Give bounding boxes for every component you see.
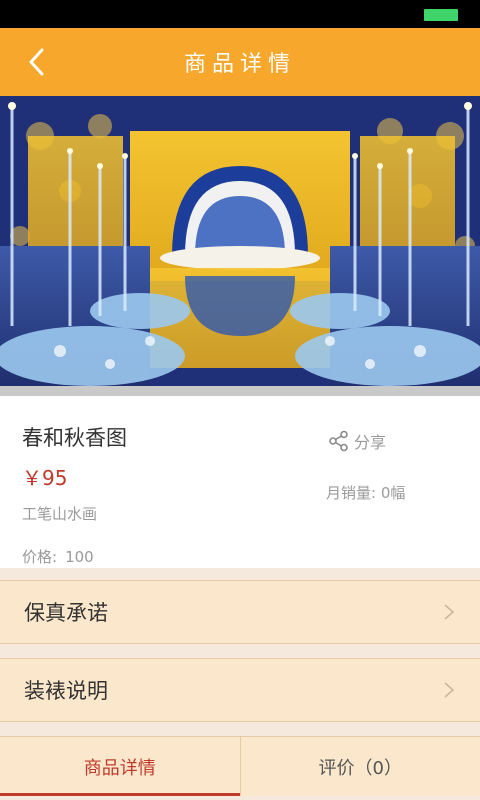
sales-label: 月销量: bbox=[326, 484, 377, 502]
product-name: 春和秋香图 bbox=[22, 426, 127, 450]
share-icon bbox=[328, 430, 350, 452]
product-subtitle: 工笔山水画 bbox=[22, 505, 98, 523]
row-label: 装裱说明 bbox=[24, 679, 108, 703]
divider bbox=[0, 644, 480, 658]
divider bbox=[0, 568, 480, 580]
original-price: 价格: 100 bbox=[22, 546, 458, 567]
mounting-info-row[interactable]: 装裱说明 bbox=[0, 658, 480, 722]
authenticity-promise-row[interactable]: 保真承诺 bbox=[0, 580, 480, 644]
product-info: 春和秋香图 ￥95 工笔山水画 价格: 100 分享 月销量: 0幅 bbox=[0, 396, 480, 568]
sales-value: 0幅 bbox=[380, 484, 406, 502]
product-image bbox=[0, 96, 480, 396]
chevron-left-icon bbox=[29, 48, 44, 76]
share-button[interactable]: 分享 bbox=[328, 429, 386, 453]
detail-tabs: 商品详情 评价（0） bbox=[0, 736, 480, 796]
price-label: 价格: bbox=[22, 548, 58, 566]
nav-bar: 商品详情 bbox=[0, 28, 480, 96]
battery-icon bbox=[424, 9, 458, 21]
tab-reviews[interactable]: 评价（0） bbox=[239, 737, 480, 796]
row-label: 保真承诺 bbox=[24, 601, 108, 625]
back-button[interactable] bbox=[22, 46, 54, 78]
chevron-right-icon bbox=[442, 681, 456, 699]
divider bbox=[0, 722, 480, 736]
status-bar bbox=[0, 0, 480, 28]
price-value: 100 bbox=[65, 548, 94, 566]
tab-product-details[interactable]: 商品详情 bbox=[0, 737, 240, 796]
chevron-right-icon bbox=[442, 603, 456, 621]
bottom-spacer bbox=[0, 796, 480, 800]
monthly-sales: 月销量: 0幅 bbox=[326, 482, 405, 503]
page-title: 商品详情 bbox=[183, 52, 296, 77]
share-label: 分享 bbox=[354, 433, 387, 452]
